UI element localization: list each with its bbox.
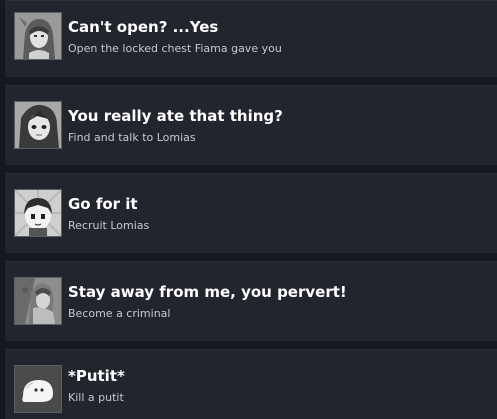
achievement-description: Find and talk to Lomias	[68, 131, 196, 144]
achievement-description: Become a criminal	[68, 307, 171, 320]
achievement-card[interactable]: You really ate that thing? Find and talk…	[5, 85, 497, 165]
achievement-card[interactable]: Go for it Recruit Lomias	[5, 173, 497, 253]
portrait-elf-icon	[14, 277, 62, 325]
achievement-title: Go for it	[68, 195, 138, 213]
portrait-girl-icon	[14, 101, 62, 149]
achievement-description: Open the locked chest Fiama gave you	[68, 42, 282, 55]
achievement-title: *Putit*	[68, 367, 125, 385]
portrait-boy-icon	[14, 189, 62, 237]
achievement-card[interactable]: Can't open? ...Yes Open the locked chest…	[5, 0, 497, 77]
achievement-title: You really ate that thing?	[68, 107, 283, 125]
achievement-title: Stay away from me, you pervert!	[68, 283, 347, 301]
achievement-title: Can't open? ...Yes	[68, 18, 219, 36]
achievement-description: Kill a putit	[68, 391, 124, 404]
achievement-card[interactable]: *Putit* Kill a putit	[5, 349, 497, 419]
achievement-card[interactable]: Stay away from me, you pervert! Become a…	[5, 261, 497, 341]
portrait-woman-icon	[14, 12, 62, 60]
achievement-description: Recruit Lomias	[68, 219, 150, 232]
achievement-list: Can't open? ...Yes Open the locked chest…	[0, 0, 497, 419]
putit-slime-icon	[14, 365, 62, 413]
